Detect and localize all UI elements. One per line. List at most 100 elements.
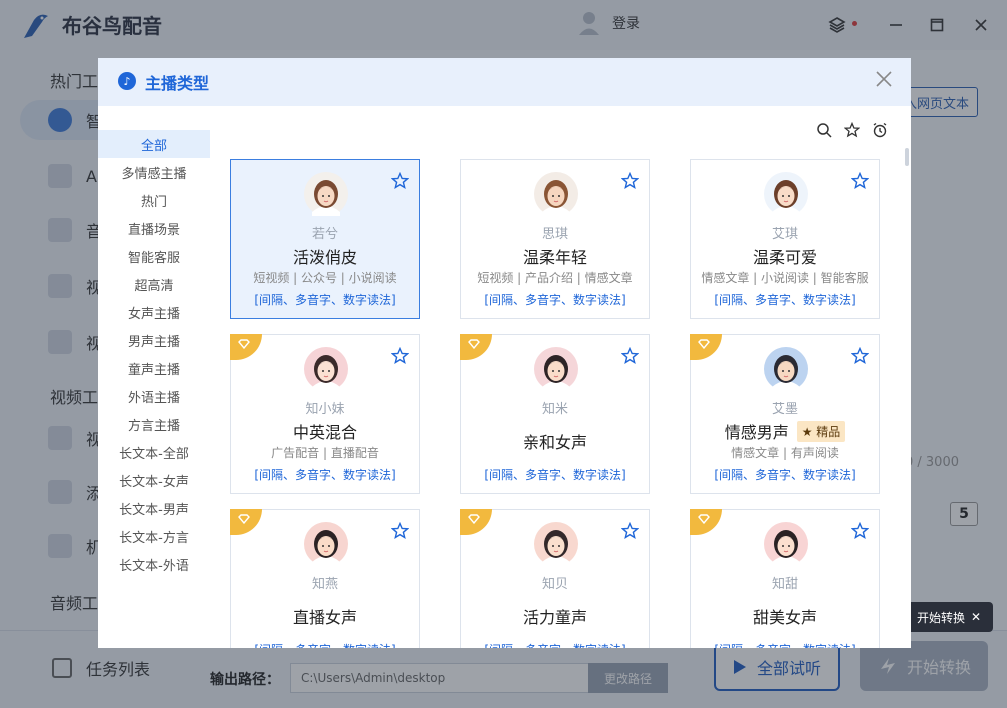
voice-style-label: 活力童声: [522, 608, 587, 627]
close-icon[interactable]: [874, 69, 894, 89]
voice-style-label: 甜美女声: [752, 608, 817, 627]
star-icon[interactable]: [851, 522, 869, 540]
vip-diamond-icon: [690, 509, 722, 535]
category-item[interactable]: 直播场景: [98, 214, 210, 242]
star-icon[interactable]: [851, 347, 869, 365]
category-item[interactable]: 长文本-方言: [98, 522, 210, 550]
anchor-card[interactable]: 艾琪温柔可爱情感文章 | 小说阅读 | 智能客服 [间隔、多音字、数字读法]: [690, 159, 880, 319]
voice-style-label: 中英混合: [292, 423, 357, 442]
voice-features: [间隔、多音字、数字读法]: [484, 293, 626, 307]
category-item[interactable]: 外语主播: [98, 382, 210, 410]
category-item[interactable]: 女声主播: [98, 298, 210, 326]
anchor-card[interactable]: 思琪 温柔年轻 短视频 | 产品介绍 | 情感文章 [间隔、多音字、数字读法]: [460, 159, 650, 319]
voice-style-label: 情感男声: [724, 423, 789, 442]
history-clock-icon[interactable]: [872, 122, 888, 138]
voice-features: [间隔、多音字、数字读法]: [461, 641, 649, 648]
voice-features: [间隔、多音字、数字读法]: [484, 468, 626, 482]
category-item[interactable]: 超高清: [98, 270, 210, 298]
search-icon[interactable]: [816, 122, 832, 138]
start-convert-tooltip: 开始转换 ✕: [905, 602, 993, 632]
avatar: [304, 347, 348, 391]
anchor-card[interactable]: 知甜甜美女声 [间隔、多音字、数字读法]: [690, 509, 880, 648]
voice-style-label: 直播女声: [292, 608, 357, 627]
vip-diamond-icon: [230, 334, 262, 360]
voice-features: [间隔、多音字、数字读法]: [691, 641, 879, 648]
dialog-title: 主播类型: [145, 74, 210, 93]
speaker-name: 知贝: [541, 577, 568, 592]
avatar: [764, 347, 808, 391]
anchor-type-dialog: ♪ 主播类型 全部 多情感主播 热门 直播场景 智能客服 超高清 女声主播 男声主播 童声主播外…: [98, 58, 911, 648]
voice-style: 中英混合: [231, 419, 419, 443]
favorites-icon[interactable]: [844, 122, 860, 138]
voice-style: 活力童声: [461, 604, 649, 628]
speaker-name: 若兮: [311, 227, 338, 242]
category-list: 全部 多情感主播 热门 直播场景 智能客服 超高清 女声主播 男声主播 童声主播 外语主播 方言主播…: [98, 130, 210, 578]
voice-style: 温柔可爱: [691, 244, 879, 268]
voice-tags: 短视频 | 产品介绍 | 情感文章: [477, 271, 633, 285]
speaker-name: 知小妹: [305, 402, 345, 417]
avatar: [764, 522, 808, 566]
voice-style-label: 温柔年轻: [522, 248, 587, 267]
anchor-card[interactable]: 知小妹中英混合广告配音 | 直播配音 [间隔、多音字、数字读法]: [230, 334, 420, 494]
avatar: [534, 172, 578, 216]
voice-style: 甜美女声: [691, 604, 879, 628]
category-item[interactable]: 童声主播: [98, 354, 210, 382]
voice-style: 直播女声: [231, 604, 419, 628]
vip-diamond-icon: [690, 334, 722, 360]
tooltip-text: 开始转换: [916, 610, 965, 625]
voice-features: [间隔、多音字、数字读法]: [714, 293, 856, 307]
category-item[interactable]: 长文本-外语: [98, 550, 210, 578]
category-item[interactable]: 全部: [98, 130, 210, 158]
speaker-name: 知甜: [771, 577, 798, 592]
voice-tags: 短视频 | 公众号 | 小说阅读: [253, 271, 397, 285]
anchor-card[interactable]: 知米亲和女声 [间隔、多音字、数字读法]: [460, 334, 650, 494]
category-item[interactable]: 男声主播: [98, 326, 210, 354]
vip-diamond-icon: [230, 509, 262, 535]
category-item[interactable]: 智能客服: [98, 242, 210, 270]
voice-style: 活泼俏皮: [231, 244, 419, 268]
category-item[interactable]: 长文本-男声: [98, 494, 210, 522]
speaker-name: 知燕: [311, 577, 338, 592]
anchor-card[interactable]: 若兮活泼俏皮短视频 | 公众号 | 小说阅读 [间隔、多音字、数字读法]: [230, 159, 420, 319]
vip-diamond-icon: [460, 334, 492, 360]
scrollbar-thumb[interactable]: [905, 148, 909, 166]
voice-style: 温柔年轻: [461, 244, 649, 268]
speaker-name: 艾琪: [771, 227, 798, 242]
avatar: [304, 522, 348, 566]
star-icon[interactable]: [391, 347, 409, 365]
avatar: [304, 172, 348, 216]
voice-tags: 情感文章 | 小说阅读 | 智能客服: [701, 271, 869, 285]
anchor-card[interactable]: 知贝活力童声 [间隔、多音字、数字读法]: [460, 509, 650, 648]
voice-features: [间隔、多音字、数字读法]: [231, 641, 419, 648]
voice-style: 亲和女声: [461, 429, 649, 453]
voice-tags: 情感文章 | 有声阅读: [731, 446, 839, 460]
category-item[interactable]: 方言主播: [98, 410, 210, 438]
voice-style-label: 活泼俏皮: [292, 248, 357, 267]
music-note-icon: ♪: [118, 72, 136, 90]
category-item[interactable]: 长文本-全部: [98, 438, 210, 466]
tooltip-close-icon[interactable]: ✕: [971, 610, 981, 624]
speaker-name: 知米: [541, 402, 568, 417]
star-icon[interactable]: [391, 172, 409, 190]
category-item[interactable]: 多情感主播: [98, 158, 210, 186]
dialog-header: ♪ 主播类型: [98, 58, 911, 106]
avatar: [534, 522, 578, 566]
star-icon[interactable]: [621, 172, 639, 190]
toolbar: [816, 122, 888, 138]
voice-tags: 广告配音 | 直播配音: [271, 446, 379, 460]
vip-diamond-icon: [460, 509, 492, 535]
anchor-card[interactable]: 知燕直播女声 [间隔、多音字、数字读法]: [230, 509, 420, 648]
category-item[interactable]: 长文本-女声: [98, 466, 210, 494]
star-icon[interactable]: [621, 347, 639, 365]
star-icon[interactable]: [391, 522, 409, 540]
anchor-card[interactable]: 艾墨情感男声 ★ 精品情感文章 | 有声阅读 [间隔、多音字、数字读法]: [690, 334, 880, 494]
star-icon[interactable]: [851, 172, 869, 190]
star-icon[interactable]: [621, 522, 639, 540]
voice-features: [间隔、多音字、数字读法]: [714, 468, 856, 482]
avatar: [534, 347, 578, 391]
premium-badge: ★ 精品: [796, 420, 846, 442]
voice-features: [间隔、多音字、数字读法]: [254, 293, 396, 307]
voice-features: [间隔、多音字、数字读法]: [254, 468, 396, 482]
category-item[interactable]: 热门: [98, 186, 210, 214]
speaker-name: 艾墨: [771, 402, 798, 417]
